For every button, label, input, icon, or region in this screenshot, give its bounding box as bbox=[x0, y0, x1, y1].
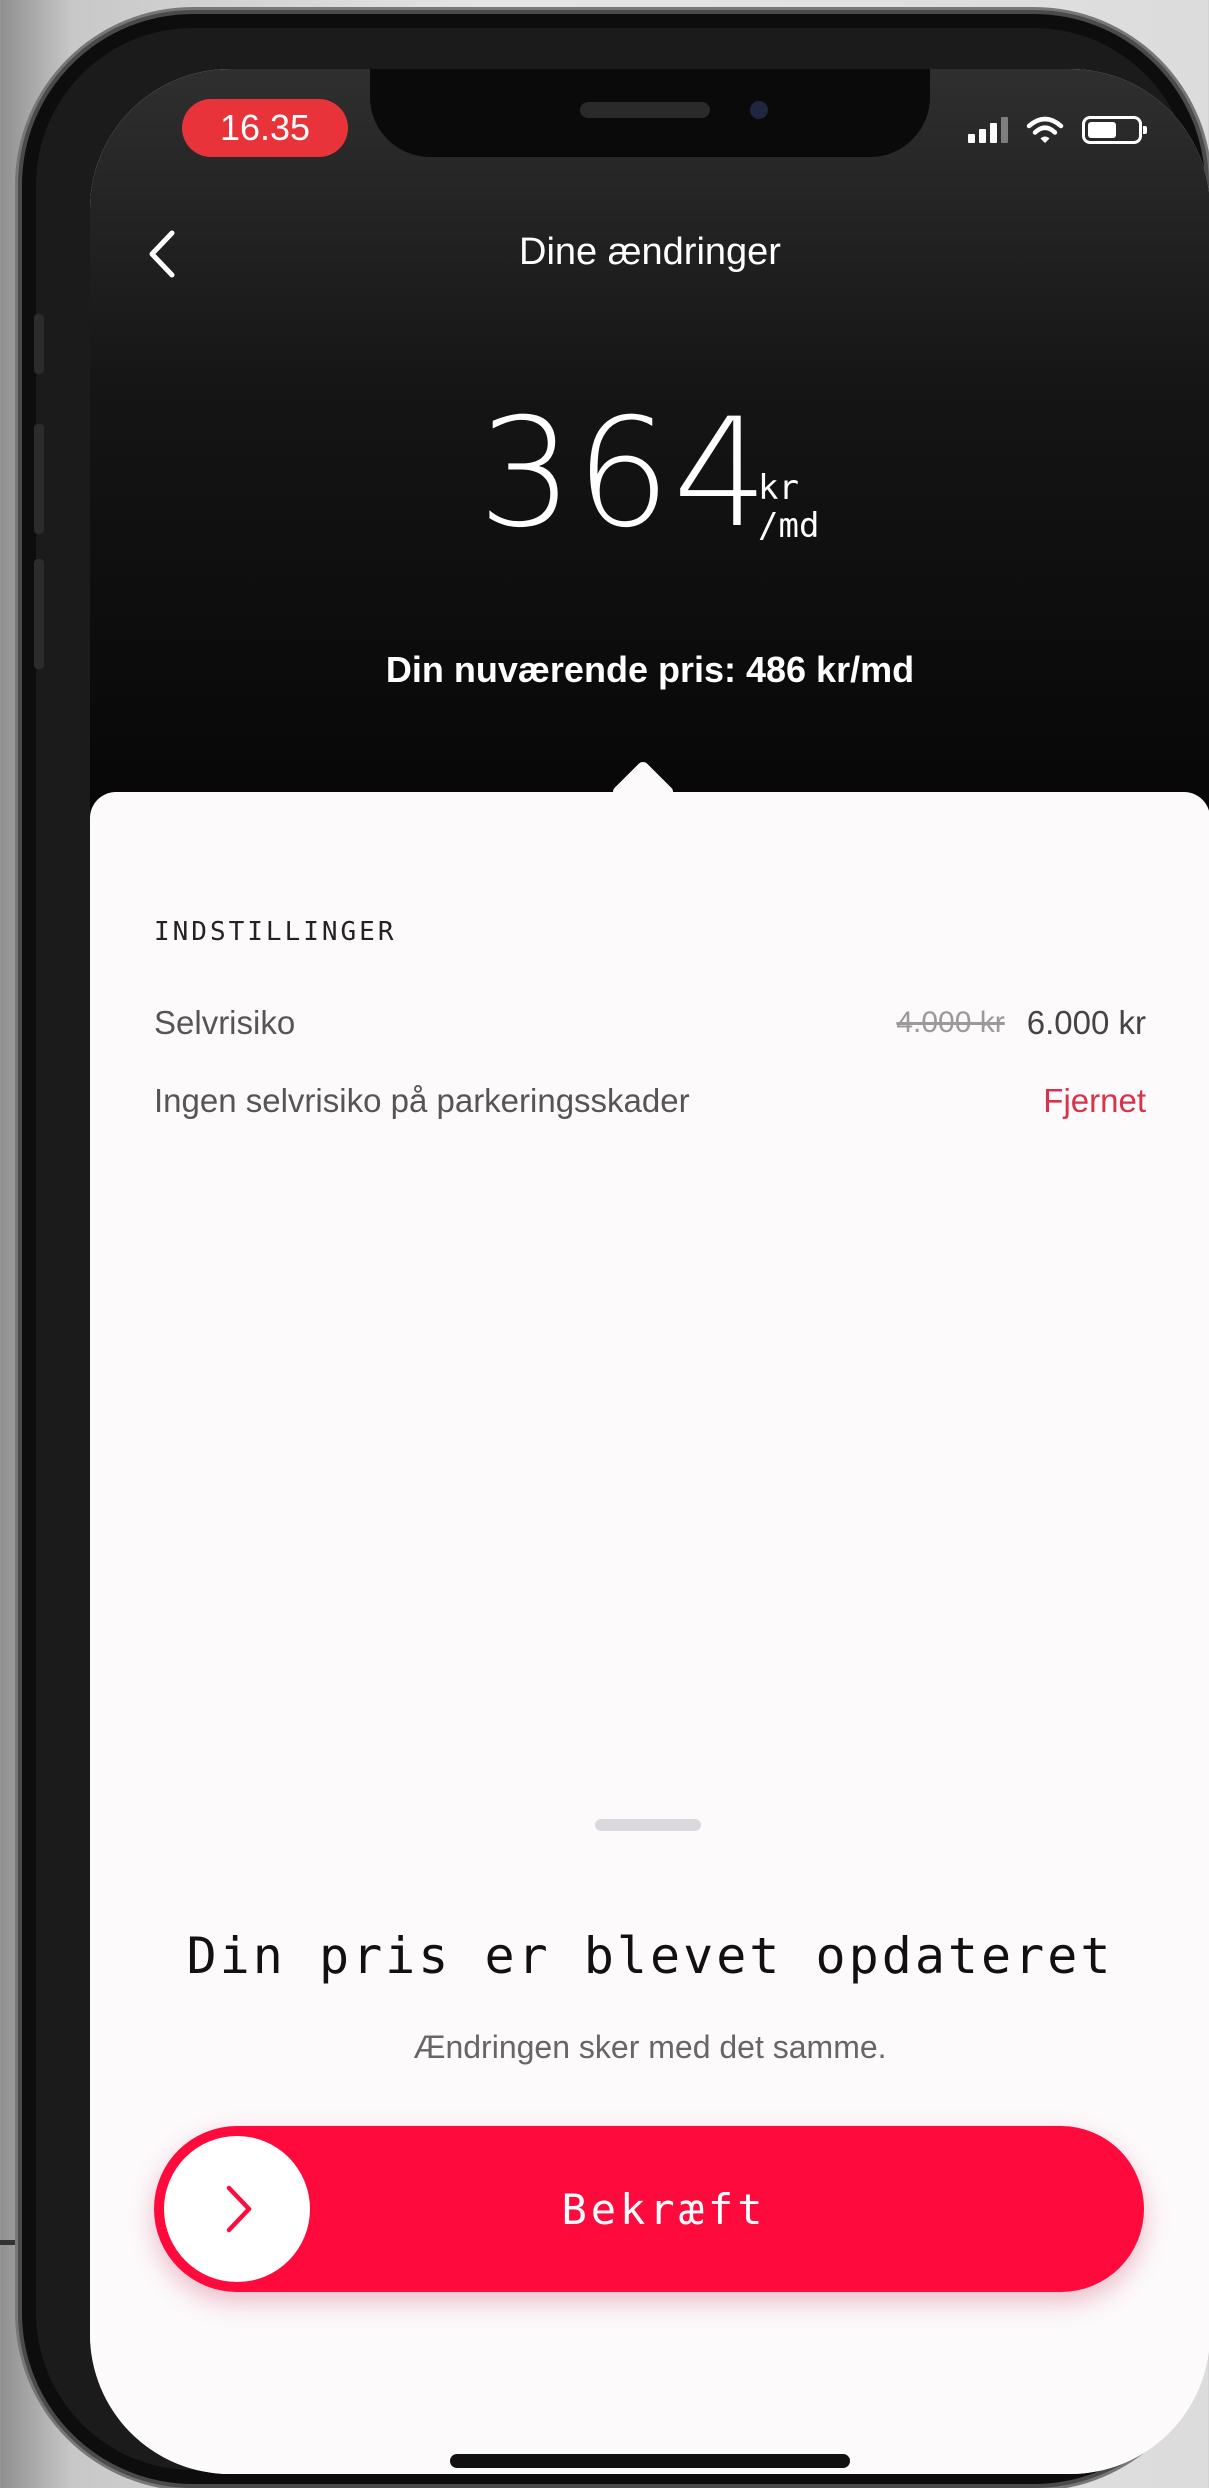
confirmation-subline: Ændringen sker med det samme. bbox=[413, 2029, 887, 2065]
side-button bbox=[34, 314, 44, 374]
setting-values: 4.000 kr 6.000 kr bbox=[896, 1004, 1146, 1042]
phone-frame: 16.35 Dine ændringer 364 kr /md Din nuvæ… bbox=[18, 10, 1209, 2488]
setting-row-parkering: Ingen selvrisiko på parkeringsskader Fje… bbox=[154, 1082, 1146, 1120]
slider-knob[interactable] bbox=[164, 2136, 310, 2282]
current-price: Din nuværende pris: 486 kr/md bbox=[385, 649, 915, 690]
speaker bbox=[580, 102, 710, 118]
price-unit-period: /md bbox=[758, 506, 820, 546]
notch bbox=[370, 69, 930, 157]
setting-label: Selvrisiko bbox=[154, 1004, 296, 1041]
app-screen: 16.35 Dine ændringer 364 kr /md Din nuvæ… bbox=[90, 69, 1209, 2474]
home-indicator[interactable] bbox=[450, 2454, 850, 2468]
new-value: 6.000 kr bbox=[1026, 1004, 1146, 1041]
old-value: 4.000 kr bbox=[896, 1006, 1005, 1039]
chevron-right-icon bbox=[226, 2185, 252, 2233]
removed-status: Fjernet bbox=[1043, 1082, 1146, 1119]
side-button bbox=[34, 559, 44, 669]
wifi-icon bbox=[1026, 116, 1064, 143]
setting-row-selvrisiko: Selvrisiko 4.000 kr 6.000 kr bbox=[154, 1004, 1146, 1042]
confirm-slider-button[interactable]: Bekræft bbox=[154, 2126, 1144, 2292]
price-unit-currency: kr bbox=[758, 468, 799, 508]
drag-handle[interactable] bbox=[595, 1819, 701, 1831]
status-icons bbox=[968, 115, 1147, 145]
signal-icon bbox=[968, 117, 1008, 143]
battery-icon bbox=[1082, 116, 1147, 144]
setting-label: Ingen selvrisiko på parkeringsskader bbox=[154, 1082, 690, 1119]
new-price: 364 bbox=[478, 387, 771, 561]
side-button bbox=[34, 424, 44, 534]
price-unit: kr /md bbox=[758, 469, 819, 545]
front-camera bbox=[750, 101, 768, 119]
screen-title: Dine ændringer bbox=[519, 231, 781, 273]
confirmation-headline: Din pris er blevet opdateret bbox=[186, 1927, 1114, 1985]
status-time: 16.35 bbox=[182, 99, 348, 157]
section-title: INDSTILLINGER bbox=[154, 917, 397, 947]
